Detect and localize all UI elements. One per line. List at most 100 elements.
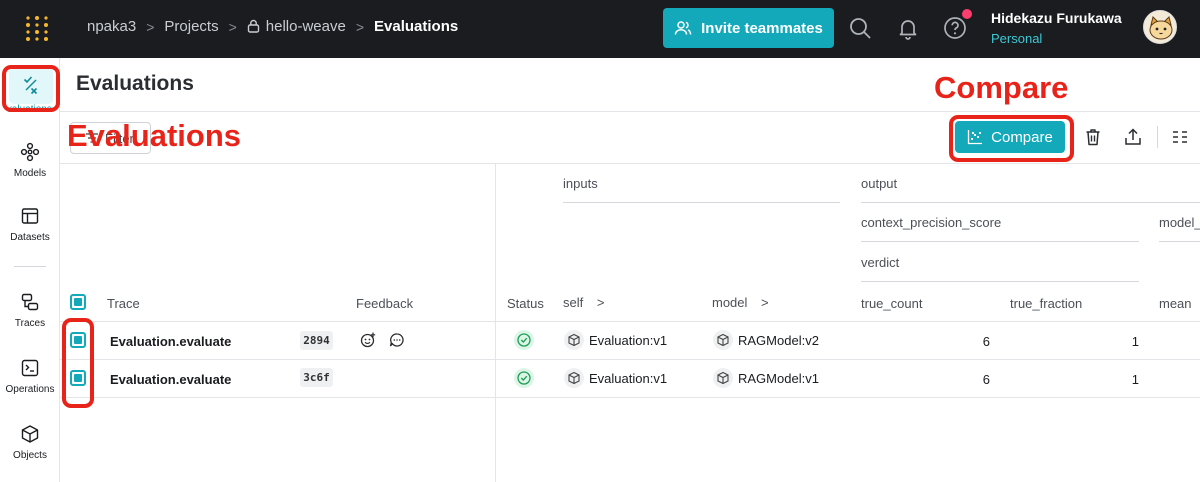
header-group-inputs: inputs <box>563 176 598 191</box>
help-icon[interactable] <box>943 16 967 40</box>
header-group-underline <box>1159 241 1200 242</box>
select-all-checkbox[interactable] <box>70 294 86 310</box>
header-model-group: model_ <box>1159 215 1200 230</box>
top-bar: npaka3 > Projects > hello-weave > Evalua… <box>0 0 1200 58</box>
compare-button[interactable]: Compare <box>955 121 1065 153</box>
row-checkbox[interactable] <box>70 332 86 348</box>
trash-icon[interactable] <box>1083 127 1103 147</box>
cube-icon <box>713 330 733 350</box>
users-icon <box>674 21 692 35</box>
self-object-link[interactable]: Evaluation:v1 <box>589 371 667 386</box>
lock-icon <box>247 19 259 33</box>
columns-icon[interactable] <box>1170 127 1190 147</box>
nav-item-datasets[interactable]: Datasets <box>0 206 60 243</box>
header-status[interactable]: Status <box>507 296 544 311</box>
breadcrumb-project[interactable]: hello-weave <box>247 18 346 35</box>
chevron-right-icon: > <box>228 18 237 35</box>
model-object-link[interactable]: RAGModel:v1 <box>738 371 819 386</box>
cube-icon <box>564 368 584 388</box>
header-self[interactable]: self > <box>563 295 604 310</box>
status-success-icon <box>514 368 534 388</box>
nav-item-datasets-label: Datasets <box>10 232 50 243</box>
breadcrumb: npaka3 > Projects > hello-weave > Evalua… <box>87 18 458 35</box>
search-icon[interactable] <box>848 16 872 40</box>
row-divider <box>60 397 1200 398</box>
status-success-icon <box>514 330 534 350</box>
chevron-right-icon: > <box>355 18 365 35</box>
invite-teammates-label: Invite teammates <box>701 19 823 37</box>
nav-item-models[interactable]: Models <box>0 142 60 179</box>
cube-icon <box>564 330 584 350</box>
true-fraction-value: 1 <box>1131 372 1139 387</box>
notification-dot <box>962 9 972 19</box>
nav-item-objects-label: Objects <box>13 450 47 461</box>
add-reaction-icon[interactable] <box>360 332 376 348</box>
weave-logo-icon[interactable] <box>22 14 52 44</box>
breadcrumb-project-label: hello-weave <box>265 18 346 35</box>
nav-item-evaluations[interactable] <box>9 68 53 104</box>
user-team: Personal <box>991 31 1043 46</box>
row-divider <box>60 321 1200 322</box>
cat-avatar-icon <box>1149 16 1173 40</box>
header-trace[interactable]: Trace <box>107 296 140 311</box>
breadcrumb-entity[interactable]: npaka3 <box>87 18 136 35</box>
header-model[interactable]: model > <box>712 295 769 310</box>
compare-label: Compare <box>991 128 1053 146</box>
header-verdict: verdict <box>861 255 900 270</box>
true-count-value: 6 <box>982 334 990 349</box>
header-group-underline <box>861 202 1200 203</box>
toolbar-divider <box>1157 126 1158 148</box>
header-context-precision-score: context_precision_score <box>861 215 1002 230</box>
comment-icon[interactable] <box>389 332 405 348</box>
bell-icon[interactable] <box>896 16 920 40</box>
cube-icon <box>21 425 39 443</box>
header-model-label: model <box>712 295 748 310</box>
true-count-value: 6 <box>982 372 990 387</box>
trace-id-badge[interactable]: 2894 <box>300 331 333 350</box>
divider <box>60 163 1200 164</box>
annotation-label-compare: Compare <box>934 70 1069 105</box>
table-icon <box>21 208 39 224</box>
page-title: Evaluations <box>76 72 194 95</box>
evaluations-icon <box>23 76 38 95</box>
scatter-chart-icon <box>967 130 983 145</box>
row-checkbox[interactable] <box>70 370 86 386</box>
divider <box>60 111 1200 112</box>
nav-item-traces[interactable]: Traces <box>0 292 60 329</box>
check-circle-icon <box>517 333 531 347</box>
chevron-right-icon[interactable]: > <box>761 295 769 310</box>
header-true-count[interactable]: true_count <box>861 296 922 311</box>
invite-teammates-button[interactable]: Invite teammates <box>663 8 834 48</box>
header-group-output: output <box>861 176 898 191</box>
export-icon[interactable] <box>1123 127 1143 147</box>
nav-item-evaluations-label: Evaluations <box>8 104 52 115</box>
nav-item-operations[interactable]: Operations <box>0 358 60 395</box>
user-name: Hidekazu Furukawa <box>991 10 1122 26</box>
nav-item-operations-label: Operations <box>5 384 55 395</box>
header-mean[interactable]: mean <box>1159 296 1192 311</box>
nav-item-traces-label: Traces <box>14 318 46 329</box>
true-fraction-value: 1 <box>1131 334 1139 349</box>
trace-id-badge[interactable]: 3c6f <box>300 368 333 387</box>
breadcrumb-projects[interactable]: Projects <box>164 18 218 35</box>
chevron-right-icon[interactable]: > <box>597 295 605 310</box>
user-info[interactable]: Hidekazu Furukawa Personal <box>991 10 1122 46</box>
model-object-link[interactable]: RAGModel:v2 <box>738 333 819 348</box>
nav-item-objects[interactable]: Objects <box>0 424 60 461</box>
header-true-fraction[interactable]: true_fraction <box>1010 296 1082 311</box>
trace-name-link[interactable]: Evaluation.evaluate <box>110 334 231 349</box>
column-divider <box>495 164 496 482</box>
header-group-underline <box>563 202 840 203</box>
self-object-link[interactable]: Evaluation:v1 <box>589 333 667 348</box>
annotation-label-evaluations: Evaluations <box>67 118 241 153</box>
nav-item-models-label: Models <box>13 168 47 179</box>
trace-name-link[interactable]: Evaluation.evaluate <box>110 372 231 387</box>
header-feedback[interactable]: Feedback <box>356 296 413 311</box>
row-divider <box>60 359 1200 360</box>
avatar[interactable] <box>1143 10 1177 44</box>
left-nav: Evaluations Models Datasets Traces <box>0 58 60 482</box>
check-circle-icon <box>517 371 531 385</box>
nav-divider <box>14 266 46 267</box>
models-icon <box>20 142 40 162</box>
header-group-underline <box>861 241 1139 242</box>
